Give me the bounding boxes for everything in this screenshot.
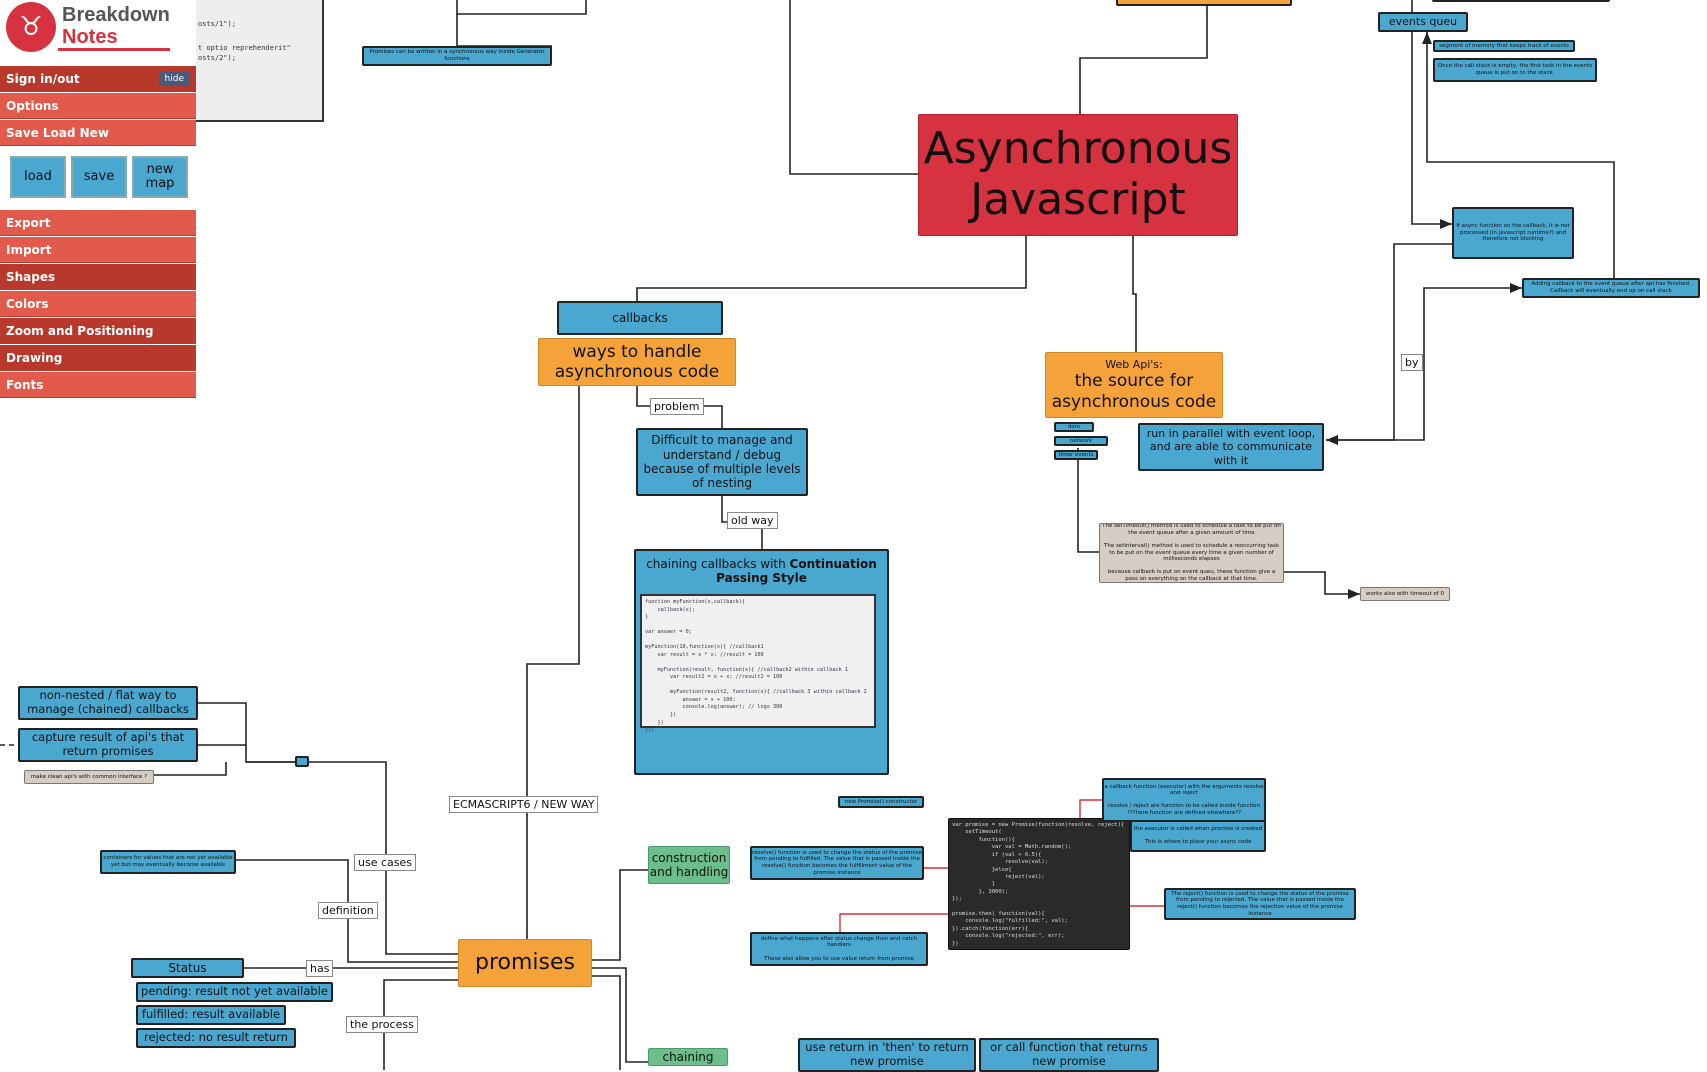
menu-save-load-new[interactable]: Save Load New	[0, 120, 196, 146]
label-the-process: the process	[346, 1016, 418, 1033]
node-pending[interactable]: pending: result not yet available	[136, 982, 333, 1002]
node-capture-result[interactable]: capture result of api's that return prom…	[18, 728, 198, 762]
node-fulfilled[interactable]: fulfilled: result available	[136, 1005, 286, 1025]
node-then-desc[interactable]: define what happens after status change …	[750, 932, 928, 966]
title-node[interactable]: Asynchronous Javascript	[918, 114, 1238, 236]
label-has: has	[306, 960, 334, 977]
logo-text: Breakdown Notes	[62, 4, 170, 48]
node-clean-apis[interactable]: make clean api's with common interface ?	[24, 770, 154, 784]
node-use-return[interactable]: use return in 'then' to return new promi…	[798, 1038, 976, 1072]
menu-import[interactable]: Import	[0, 237, 196, 263]
cps-text: chaining callbacks with	[646, 557, 790, 571]
hide-button[interactable]: hide	[158, 72, 190, 86]
node-network[interactable]: network	[1054, 436, 1108, 446]
logo[interactable]: ♉ Breakdown Notes	[0, 0, 172, 56]
node-status[interactable]: Status	[131, 958, 244, 978]
node-executor[interactable]: a callback function (executor) with the …	[1102, 778, 1266, 822]
node-generators[interactable]: Promises can be written in a synchronous…	[362, 46, 552, 66]
node-if-async[interactable]: If async function on the callback, it is…	[1452, 207, 1574, 259]
code-line: osts/2");	[198, 54, 236, 62]
menu-zoom-positioning[interactable]: Zoom and Positioning	[0, 318, 196, 344]
node-reject-desc[interactable]: The reject() function is used to change …	[1164, 888, 1356, 920]
node-timeout-zero[interactable]: works also with timeout of 0	[1360, 587, 1450, 601]
menu-export[interactable]: Export	[0, 210, 196, 236]
node-once-stack[interactable]: Once the call stack is empty, the first …	[1433, 58, 1597, 82]
code-line: osts/1");	[198, 20, 236, 28]
node-chaining[interactable]: chaining	[648, 1048, 728, 1066]
node-difficult[interactable]: Difficult to manage and understand / deb…	[636, 428, 808, 496]
label-use-cases: use cases	[354, 854, 416, 871]
node-executor-called[interactable]: the executor is called when promise is c…	[1130, 820, 1266, 852]
menu-colors[interactable]: Colors	[0, 291, 196, 317]
sidebar: ♉ Breakdown Notes Sign in/out hide Optio…	[0, 0, 196, 400]
menu-sign-in[interactable]: Sign in/out hide	[0, 66, 196, 92]
logo-underline	[58, 48, 170, 51]
promise-code-snippet: var promise = new Promise(function(resol…	[948, 818, 1130, 950]
label-old-way: old way	[727, 512, 778, 529]
node-events-queue[interactable]: events queu	[1378, 12, 1468, 32]
node-adding-callback[interactable]: Adding callback to the event queue after…	[1522, 278, 1700, 298]
logo-bull-icon: ♉	[6, 2, 56, 52]
node-non-nested[interactable]: non-nested / flat way to manage (chained…	[18, 686, 198, 720]
label-es6: ECMASCRIPT6 / NEW WAY	[449, 796, 599, 813]
label-problem: problem	[650, 398, 704, 415]
code-line: t optio reprehenderit"	[198, 44, 291, 52]
web-apis-main: the source for asynchronous code	[1051, 371, 1217, 412]
node-timer-events[interactable]: timer events	[1054, 450, 1098, 460]
node-containers[interactable]: containers for values that are not yet a…	[100, 850, 236, 874]
node-callbacks[interactable]: callbacks	[557, 301, 723, 335]
menu-shapes[interactable]: Shapes	[0, 264, 196, 290]
menu-fonts[interactable]: Fonts	[0, 372, 196, 398]
node-promises[interactable]: promises	[458, 939, 592, 987]
connector-lines	[0, 0, 1615, 1070]
node-settimeout[interactable]: The setTimeout() method is used to sched…	[1099, 523, 1284, 583]
node-resolve-desc[interactable]: resolve() function is used to change the…	[750, 846, 924, 880]
menu-options[interactable]: Options	[0, 93, 196, 119]
new-map-button[interactable]: new map	[132, 156, 188, 198]
node-call-function[interactable]: or call function that returns new promis…	[979, 1038, 1159, 1072]
node-dom[interactable]: dom	[1054, 422, 1094, 432]
menu-drawing[interactable]: Drawing	[0, 345, 196, 371]
cps-code-snippet: function myFunction(x,callback){ callbac…	[640, 594, 876, 733]
load-button[interactable]: load	[10, 156, 66, 198]
node-ways-to-handle[interactable]: ways to handle asynchronous code	[538, 338, 736, 386]
web-apis-heading: Web Api's:	[1105, 358, 1163, 372]
node-run-parallel[interactable]: run in parallel with event loop, and are…	[1138, 423, 1324, 471]
node-new-promise[interactable]: new Promise() constructor	[838, 796, 924, 808]
node-segment[interactable]: segment of memory that keeps track of ev…	[1433, 40, 1575, 52]
save-button[interactable]: save	[71, 156, 127, 198]
partial-code-panel[interactable]: osts/1"); t optio reprehenderit" osts/2"…	[196, 0, 324, 122]
node-construction[interactable]: construction and handling	[648, 846, 730, 884]
node-top-blue[interactable]	[1432, 0, 1610, 2]
node-connector-dot[interactable]	[295, 756, 309, 767]
node-web-apis[interactable]: Web Api's: the source for asynchronous c…	[1045, 352, 1223, 418]
label-by: by	[1401, 354, 1423, 371]
node-top-orange[interactable]	[1116, 0, 1292, 6]
node-rejected[interactable]: rejected: no result return	[136, 1028, 296, 1048]
label-definition: definition	[318, 902, 378, 919]
